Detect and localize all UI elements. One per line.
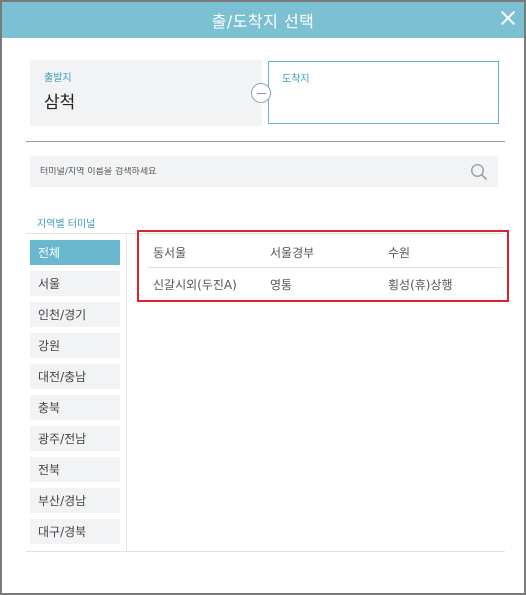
destination-dialog: 출/도착지 선택 출발지 삼척 도착지 지역별 터미널 전체서울인천/경기강원대…: [0, 0, 526, 595]
search-bar: [30, 156, 498, 187]
search-input[interactable]: [40, 166, 460, 177]
terminal-row-divider: [147, 267, 503, 268]
region-item[interactable]: 대전/충남: [30, 364, 120, 389]
terminal-item[interactable]: 영통: [270, 276, 292, 293]
terminal-item[interactable]: 수원: [388, 244, 410, 261]
region-item[interactable]: 인천/경기: [30, 302, 120, 327]
list-divider: [126, 235, 127, 551]
dialog-header: 출/도착지 선택: [2, 2, 524, 38]
region-item[interactable]: 전체: [30, 240, 120, 265]
region-item[interactable]: 부산/경남: [30, 488, 120, 513]
region-item[interactable]: 충북: [30, 395, 120, 420]
terminal-item[interactable]: 서울경부: [270, 244, 314, 261]
region-item[interactable]: 대구/경북: [30, 519, 120, 544]
region-list: 전체서울인천/경기강원대전/충남충북광주/전남전북부산/경남대구/경북: [30, 240, 120, 550]
terminal-item[interactable]: 신갈시외(두진A): [153, 276, 237, 293]
divider: [26, 141, 505, 142]
region-item[interactable]: 전북: [30, 457, 120, 482]
close-icon[interactable]: [500, 10, 516, 26]
route-selector: 출발지 삼척 도착지: [30, 60, 500, 126]
terminal-item[interactable]: 동서울: [153, 244, 186, 261]
region-item[interactable]: 광주/전남: [30, 426, 120, 451]
region-section-title: 지역별 터미널: [37, 219, 96, 230]
bottom-divider: [26, 551, 505, 552]
swap-icon[interactable]: [251, 83, 271, 103]
region-item[interactable]: 서울: [30, 271, 120, 296]
terminal-item[interactable]: 횡성(휴)상행: [388, 276, 453, 293]
region-item[interactable]: 강원: [30, 333, 120, 358]
departure-label: 출발지: [44, 73, 72, 84]
arrival-label: 도착지: [282, 74, 310, 85]
departure-field[interactable]: 출발지 삼척: [30, 60, 262, 126]
departure-value: 삼척: [44, 93, 76, 113]
dialog-title: 출/도착지 선택: [211, 12, 315, 31]
search-icon[interactable]: [470, 163, 488, 181]
arrival-field[interactable]: 도착지: [268, 61, 499, 124]
terminal-list: 동서울 서울경부 수원신갈시외(두진A) 영통 횡성(휴)상행: [137, 230, 509, 302]
